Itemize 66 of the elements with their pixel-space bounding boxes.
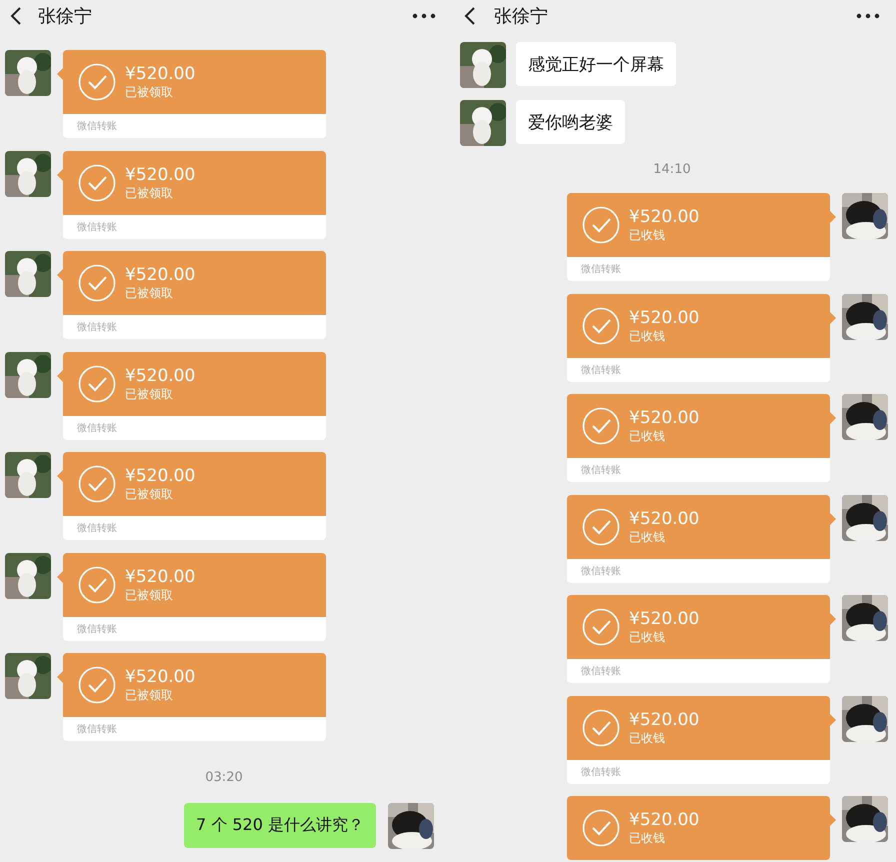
- more-icon[interactable]: [856, 13, 880, 19]
- back-icon[interactable]: [464, 7, 476, 25]
- transfer-label: 微信转账: [77, 622, 117, 636]
- check-icon: [78, 264, 116, 302]
- transfer-label: 微信转账: [581, 766, 621, 778]
- message-bubble: 爱你哟老婆: [516, 100, 625, 144]
- back-icon[interactable]: [10, 7, 22, 25]
- transfer-amount: ¥520.00: [629, 508, 700, 528]
- transfer-status: 已收钱: [629, 730, 666, 746]
- check-icon: [78, 364, 116, 402]
- transfer-amount: ¥520.00: [125, 164, 196, 184]
- check-icon: [582, 306, 620, 344]
- transfer-amount: ¥520.00: [125, 265, 196, 285]
- transfer-status: 已收钱: [629, 328, 666, 344]
- transfer-amount: ¥520.00: [629, 308, 700, 328]
- transfer-status: 已被领取: [125, 687, 174, 703]
- check-icon: [582, 206, 620, 244]
- transfer-status: 已被领取: [125, 586, 174, 602]
- transfer-label: 微信转账: [77, 220, 117, 234]
- transfer-status: 已被领取: [125, 84, 174, 100]
- check-icon: [582, 407, 620, 445]
- transfer-label: 微信转账: [581, 262, 621, 276]
- message-bubble: 感觉正好一个屏幕: [516, 42, 676, 86]
- transfer-label: 微信转账: [77, 120, 117, 133]
- check-icon: [78, 465, 116, 503]
- transfer-status: 已收钱: [629, 629, 666, 645]
- transfer-amount: ¥520.00: [629, 408, 700, 428]
- check-icon: [78, 566, 116, 604]
- transfer-label: 微信转账: [581, 564, 621, 578]
- transfer-amount: ¥520.00: [125, 566, 196, 586]
- check-icon: [582, 809, 620, 847]
- transfer-label: 微信转账: [77, 722, 117, 736]
- check-icon: [78, 63, 116, 101]
- chat-title: 张徐宁: [494, 5, 549, 28]
- transfer-amount: ¥520.00: [125, 667, 196, 687]
- transfer-status: 已被领取: [125, 184, 174, 200]
- transfer-status: 已收钱: [629, 830, 666, 846]
- transfer-label: 微信转账: [77, 522, 117, 535]
- check-icon: [582, 608, 620, 646]
- transfer-status: 已收钱: [629, 428, 666, 444]
- transfer-label: 微信转账: [77, 320, 117, 334]
- transfer-amount: ¥520.00: [629, 609, 700, 629]
- check-icon: [78, 666, 116, 704]
- more-icon[interactable]: [412, 13, 436, 19]
- timestamp: 14:10: [653, 162, 691, 177]
- transfer-amount: ¥520.00: [125, 466, 196, 486]
- transfer-amount: ¥520.00: [629, 810, 700, 830]
- transfer-amount: ¥520.00: [629, 710, 700, 730]
- message-bubble: 7 个 520 是什么讲究？: [184, 802, 376, 848]
- transfer-label: 微信转账: [77, 422, 117, 434]
- transfer-status: 已被领取: [125, 285, 174, 301]
- transfer-amount: ¥520.00: [125, 366, 196, 386]
- transfer-status: 已收钱: [629, 528, 666, 544]
- check-icon: [78, 164, 116, 202]
- transfer-status: 已收钱: [629, 227, 666, 243]
- transfer-label: 微信转账: [581, 664, 621, 678]
- transfer-status: 已被领取: [125, 386, 174, 402]
- transfer-label: 微信转账: [581, 364, 621, 376]
- timestamp: 03:20: [205, 770, 243, 784]
- check-icon: [582, 508, 620, 546]
- transfer-amount: ¥520.00: [629, 207, 700, 227]
- transfer-status: 已被领取: [125, 486, 174, 502]
- chat-title: 张徐宁: [38, 5, 93, 28]
- transfer-amount: ¥520.00: [125, 64, 196, 84]
- transfer-label: 微信转账: [581, 464, 621, 477]
- check-icon: [582, 708, 620, 746]
